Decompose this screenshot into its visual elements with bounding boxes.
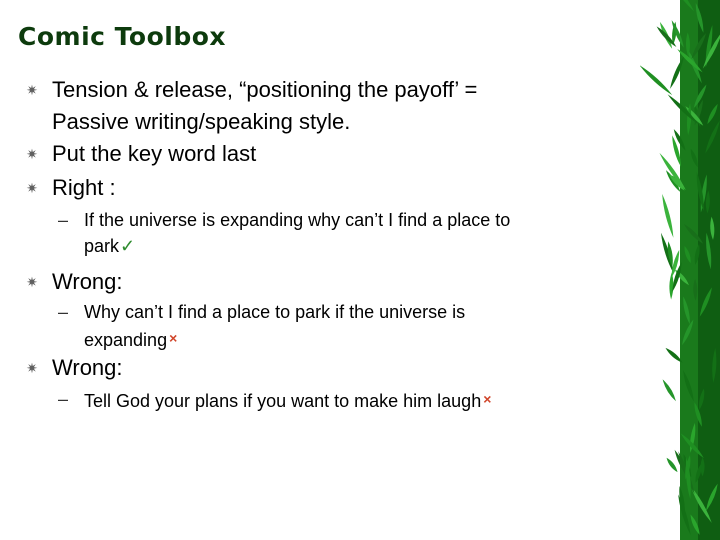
sub-bullet-text-line: park — [84, 236, 120, 256]
bamboo-leaves-icon — [640, 0, 720, 540]
bamboo-leaf — [666, 457, 678, 473]
bamboo-leaf — [640, 65, 673, 96]
asterisk-bullet-icon: ✷ — [26, 180, 38, 196]
sub-bullet-text: Tell God your plans if you want to make … — [84, 386, 584, 414]
checkmark-icon: ✓ — [120, 236, 136, 256]
dash-bullet-icon: – — [58, 210, 69, 230]
bullet-text: Wrong: — [52, 355, 123, 380]
sub-bullet-text: If the universe is expanding why can’t I… — [84, 207, 584, 259]
sub-bullet-text-line: If the universe is expanding why can’t I… — [84, 210, 511, 230]
bullet-text-line: Tension & release, “positioning the payo… — [52, 77, 478, 102]
sub-bullet-text: Why can’t I find a place to park if the … — [84, 299, 584, 353]
sub-bullet-text-line: expanding — [84, 330, 168, 350]
sub-bullet-text-line: Why can’t I find a place to park if the … — [84, 302, 466, 322]
bamboo-leaf — [662, 379, 676, 402]
dash-bullet-icon: – — [58, 389, 69, 409]
cross-icon: × — [483, 391, 492, 407]
bullet-text: Right : — [52, 175, 116, 200]
asterisk-bullet-icon: ✷ — [26, 82, 38, 98]
bullet-text: Wrong: — [52, 269, 123, 294]
asterisk-bullet-icon: ✷ — [26, 146, 38, 162]
bullet-text: Put the key word last — [52, 141, 257, 166]
asterisk-bullet-icon: ✷ — [26, 274, 38, 290]
bamboo-leaf — [662, 193, 674, 238]
sub-bullet-text-line: Tell God your plans if you want to make … — [84, 391, 482, 411]
slide-title: Comic Toolbox — [18, 22, 227, 51]
bullet-text-line: Passive writing/speaking style. — [52, 109, 351, 134]
dash-bullet-icon: – — [58, 302, 69, 322]
cross-icon: × — [169, 330, 178, 346]
bullet-text: Tension & release, “positioning the payo… — [52, 74, 592, 138]
asterisk-bullet-icon: ✷ — [26, 360, 38, 376]
